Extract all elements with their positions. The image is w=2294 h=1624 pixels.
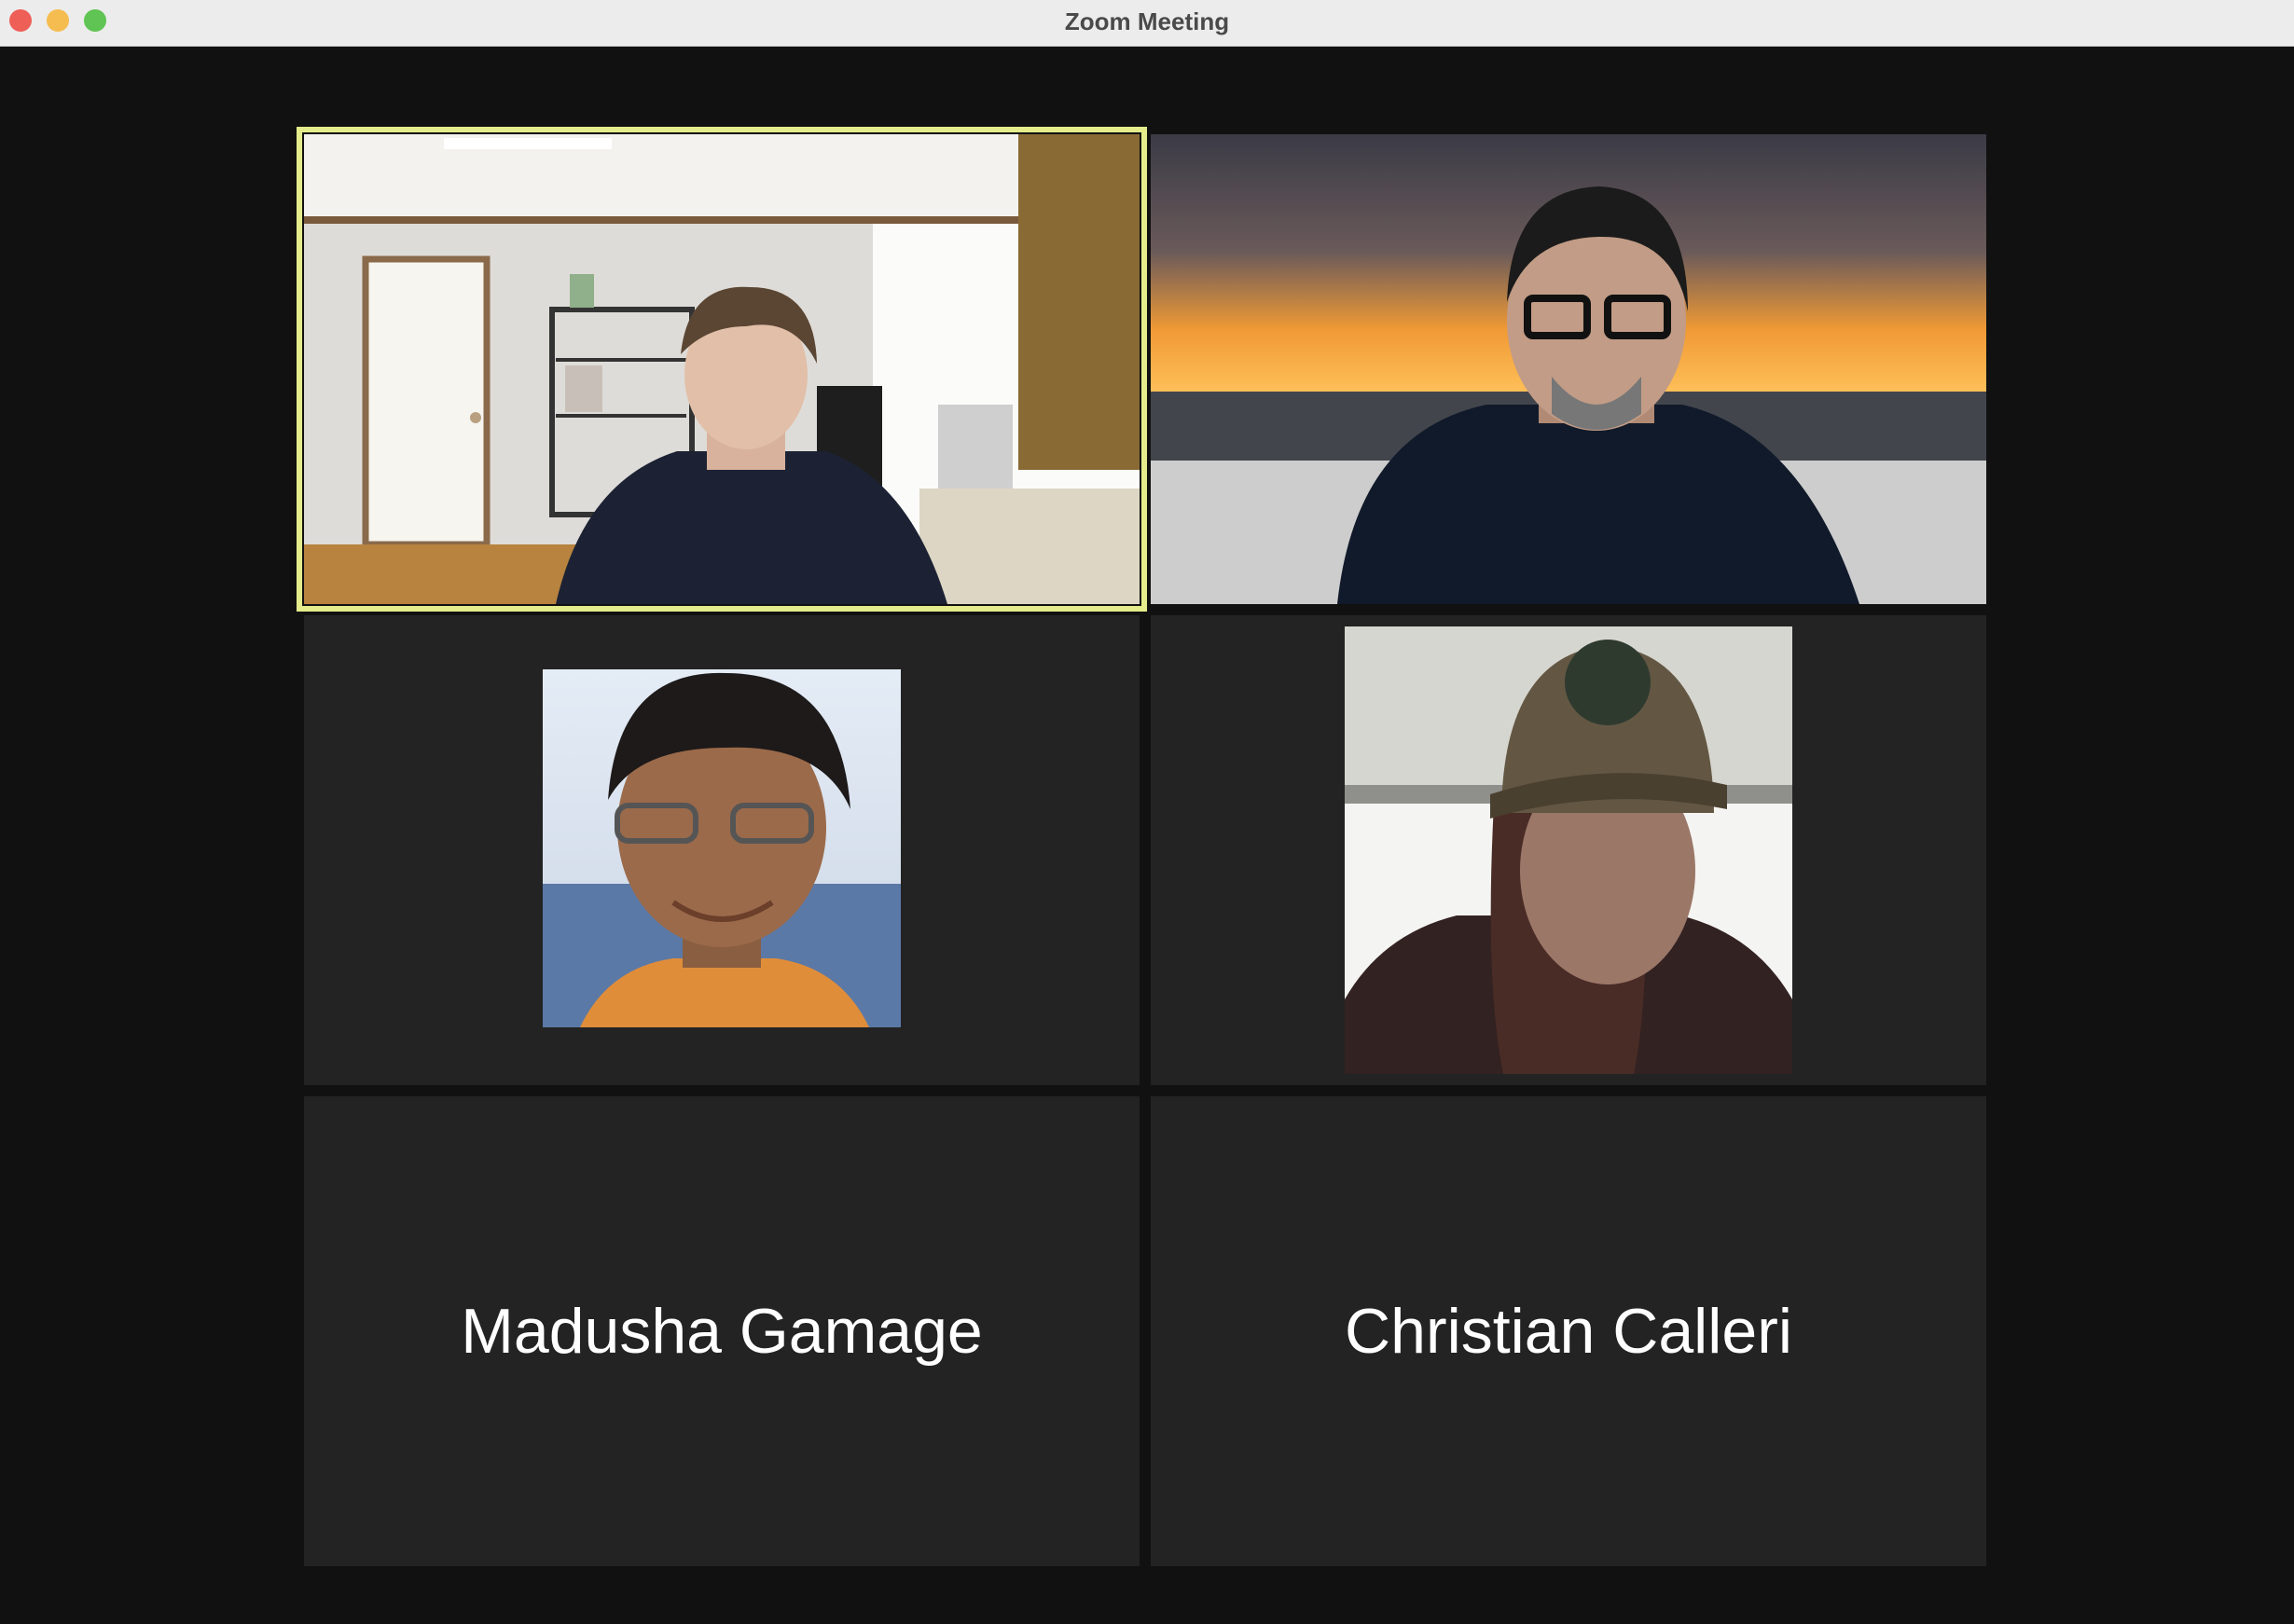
participant-name-tile[interactable]: Madusha Gamage bbox=[304, 1096, 1140, 1566]
webcam-video bbox=[1345, 626, 1792, 1074]
participant-video-tile[interactable] bbox=[304, 615, 1140, 1085]
participant-name-tile[interactable]: Christian Calleri bbox=[1151, 1096, 1986, 1566]
participant-video-tile[interactable] bbox=[1151, 615, 1986, 1085]
participant-name: Madusha Gamage bbox=[461, 1296, 983, 1367]
participant-name: Christian Calleri bbox=[1345, 1296, 1792, 1367]
participant-video-tile[interactable] bbox=[304, 134, 1140, 604]
window-title: Zoom Meeting bbox=[1064, 7, 1230, 35]
gallery-view: Madusha Gamage Christian Calleri bbox=[0, 47, 2294, 1624]
window-titlebar: Zoom Meeting bbox=[0, 0, 2294, 47]
participant-video-tile[interactable] bbox=[1151, 134, 1986, 604]
webcam-video bbox=[1151, 134, 1986, 604]
participant-avatar bbox=[543, 669, 901, 1027]
webcam-video bbox=[304, 134, 1140, 604]
